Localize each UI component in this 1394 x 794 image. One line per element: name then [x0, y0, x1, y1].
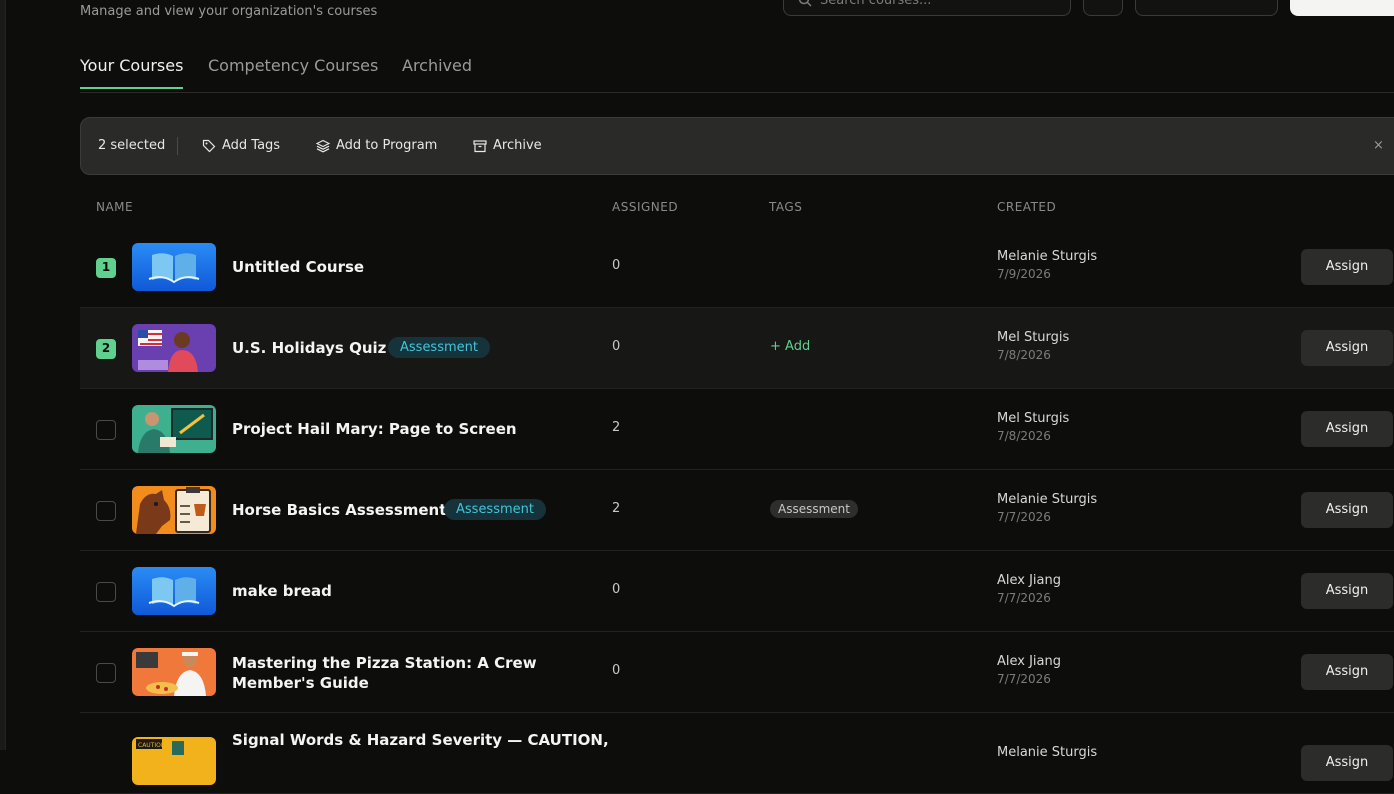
toolbar-divider: [177, 137, 178, 155]
assign-button[interactable]: Assign: [1301, 654, 1393, 690]
add-to-program-button[interactable]: Add to Program: [316, 138, 437, 153]
row-checkbox[interactable]: 1: [96, 258, 116, 278]
column-header-assigned: ASSIGNED: [612, 200, 679, 214]
assign-button[interactable]: Assign: [1301, 573, 1393, 609]
row-checkbox[interactable]: [96, 420, 116, 440]
clear-selection-button[interactable]: ×: [1373, 138, 1384, 153]
tab-your-courses[interactable]: Your Courses: [80, 56, 184, 89]
column-header-tags: TAGS: [769, 200, 803, 214]
tag-icon: [202, 139, 216, 152]
add-tag-button[interactable]: + Add: [770, 339, 810, 354]
created-date: 7/8/2026: [997, 348, 1051, 362]
add-tags-button[interactable]: Add Tags: [202, 138, 280, 153]
course-title[interactable]: Untitled Course: [232, 258, 364, 276]
course-title[interactable]: Signal Words & Hazard Severity — CAUTION…: [232, 731, 609, 749]
tab-archived[interactable]: Archived: [402, 56, 472, 87]
selection-count: 2 selected: [98, 138, 166, 153]
table-row[interactable]: 2 U.S. Holidays Quiz Assessment 0 + Add …: [80, 308, 1394, 389]
tab-bar: Your Courses Competency Courses Archived: [80, 48, 1394, 93]
course-title[interactable]: Horse Basics Assessment: [232, 501, 446, 519]
table-row[interactable]: Horse Basics Assessment Assessment 2 Ass…: [80, 470, 1394, 551]
sidebar-edge: [0, 0, 6, 750]
assessment-badge: Assessment: [444, 499, 546, 520]
table-row[interactable]: 1 Untitled Course 0 Melanie Sturgis 7/9/…: [80, 227, 1394, 308]
assign-button[interactable]: Assign: [1301, 492, 1393, 528]
archive-icon: [473, 139, 487, 152]
creator-name: Alex Jiang: [997, 573, 1062, 588]
creator-name: Melanie Sturgis: [997, 249, 1098, 264]
assigned-count: 0: [612, 663, 621, 678]
page-subtitle: Manage and view your organization's cour…: [80, 4, 378, 19]
table-row[interactable]: Mastering the Pizza Station: A Crew Memb…: [80, 632, 1394, 713]
course-title[interactable]: U.S. Holidays Quiz: [232, 339, 386, 357]
add-tags-label: Add Tags: [222, 138, 281, 153]
row-checkbox[interactable]: [96, 663, 116, 683]
tag-pill: Assessment: [770, 500, 858, 518]
created-date: 7/8/2026: [997, 429, 1051, 443]
archive-label: Archive: [493, 138, 542, 153]
course-title[interactable]: make bread: [232, 582, 332, 600]
row-checkbox[interactable]: [96, 582, 116, 602]
assigned-count: 0: [612, 258, 621, 273]
creator-name: Melanie Sturgis: [997, 492, 1098, 507]
course-title[interactable]: Project Hail Mary: Page to Screen: [232, 420, 517, 438]
course-thumbnail: [132, 324, 216, 372]
creator-name: Mel Sturgis: [997, 330, 1070, 345]
row-checkbox[interactable]: 2: [96, 339, 116, 359]
assigned-count: 2: [612, 501, 621, 516]
add-to-program-label: Add to Program: [336, 138, 438, 153]
assign-button[interactable]: Assign: [1301, 411, 1393, 447]
table-row[interactable]: Project Hail Mary: Page to Screen 2 Mel …: [80, 389, 1394, 470]
row-checkbox[interactable]: [96, 501, 116, 521]
svg-text:CAUTION: CAUTION: [138, 742, 165, 749]
archive-button[interactable]: Archive: [473, 138, 542, 153]
new-course-button[interactable]: [1290, 0, 1394, 16]
sort-button[interactable]: [1135, 0, 1278, 16]
assigned-count: 2: [612, 420, 621, 435]
filter-button[interactable]: [1083, 0, 1123, 16]
search-icon: [798, 0, 812, 7]
course-thumbnail: [132, 486, 216, 534]
table-row[interactable]: make bread 0 Alex Jiang 7/7/2026 Assign: [80, 551, 1394, 632]
created-date: 7/7/2026: [997, 510, 1051, 524]
created-date: 7/9/2026: [997, 267, 1051, 281]
column-header-name: NAME: [96, 200, 134, 214]
assessment-badge: Assessment: [388, 337, 490, 358]
tab-competency-courses[interactable]: Competency Courses: [208, 56, 378, 87]
creator-name: Melanie Sturgis: [997, 745, 1098, 760]
search-placeholder: Search courses...: [820, 0, 932, 8]
layers-icon: [316, 139, 330, 152]
course-thumbnail: [132, 243, 216, 291]
column-header-created: CREATED: [997, 200, 1057, 214]
assign-button[interactable]: Assign: [1301, 745, 1393, 781]
course-thumbnail: [132, 648, 216, 696]
assign-button[interactable]: Assign: [1301, 330, 1393, 366]
created-date: 7/7/2026: [997, 672, 1051, 686]
assign-button[interactable]: Assign: [1301, 249, 1393, 285]
course-title[interactable]: Mastering the Pizza Station: A Crew Memb…: [232, 653, 562, 693]
created-date: 7/7/2026: [997, 591, 1051, 605]
table-row[interactable]: CAUTION Signal Words & Hazard Severity —…: [80, 713, 1394, 794]
course-thumbnail: [132, 567, 216, 615]
creator-name: Alex Jiang: [997, 654, 1062, 669]
search-input[interactable]: Search courses...: [783, 0, 1071, 16]
assigned-count: 0: [612, 582, 621, 597]
assigned-count: 0: [612, 339, 621, 354]
selection-toolbar: 2 selected Add Tags Add to Program Archi…: [80, 117, 1394, 175]
course-thumbnail: CAUTION: [132, 737, 216, 785]
course-thumbnail: [132, 405, 216, 453]
creator-name: Mel Sturgis: [997, 411, 1070, 426]
close-icon: ×: [1373, 138, 1384, 153]
